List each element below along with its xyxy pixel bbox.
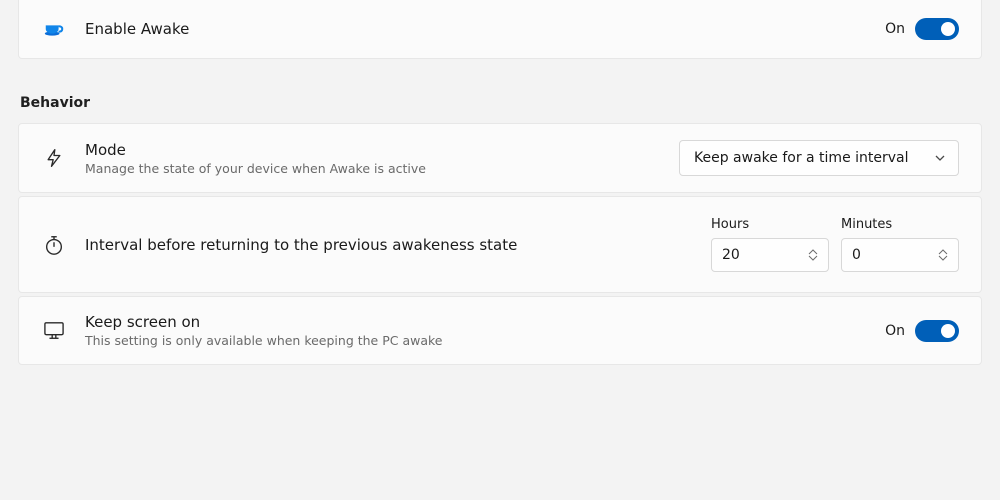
interval-title: Interval before returning to the previou…	[85, 236, 693, 254]
keep-screen-status: On	[885, 323, 905, 339]
minutes-value: 0	[852, 247, 861, 263]
hours-stepper-icon[interactable]	[808, 249, 818, 261]
minutes-input[interactable]: 0	[841, 238, 959, 272]
mode-select[interactable]: Keep awake for a time interval	[679, 140, 959, 176]
cup-icon	[41, 16, 67, 42]
mode-title: Mode	[85, 141, 661, 159]
keep-screen-row: Keep screen on This setting is only avai…	[18, 296, 982, 365]
enable-awake-row: Enable Awake On	[18, 0, 982, 59]
chevron-down-icon	[934, 152, 946, 164]
mode-select-value: Keep awake for a time interval	[694, 150, 909, 166]
mode-row: Mode Manage the state of your device whe…	[18, 123, 982, 193]
monitor-icon	[41, 318, 67, 344]
enable-awake-toggle[interactable]	[915, 18, 959, 40]
keep-screen-toggle[interactable]	[915, 320, 959, 342]
hours-value: 20	[722, 247, 740, 263]
stopwatch-icon	[41, 232, 67, 258]
minutes-label: Minutes	[841, 217, 959, 232]
keep-screen-title: Keep screen on	[85, 313, 867, 331]
hours-label: Hours	[711, 217, 829, 232]
hours-input[interactable]: 20	[711, 238, 829, 272]
enable-awake-status: On	[885, 21, 905, 37]
minutes-stepper-icon[interactable]	[938, 249, 948, 261]
lightning-icon	[41, 145, 67, 171]
enable-awake-title: Enable Awake	[85, 20, 867, 38]
keep-screen-sub: This setting is only available when keep…	[85, 333, 867, 348]
behavior-section-title: Behavior	[20, 95, 982, 111]
mode-sub: Manage the state of your device when Awa…	[85, 161, 661, 176]
interval-row: Interval before returning to the previou…	[18, 196, 982, 293]
